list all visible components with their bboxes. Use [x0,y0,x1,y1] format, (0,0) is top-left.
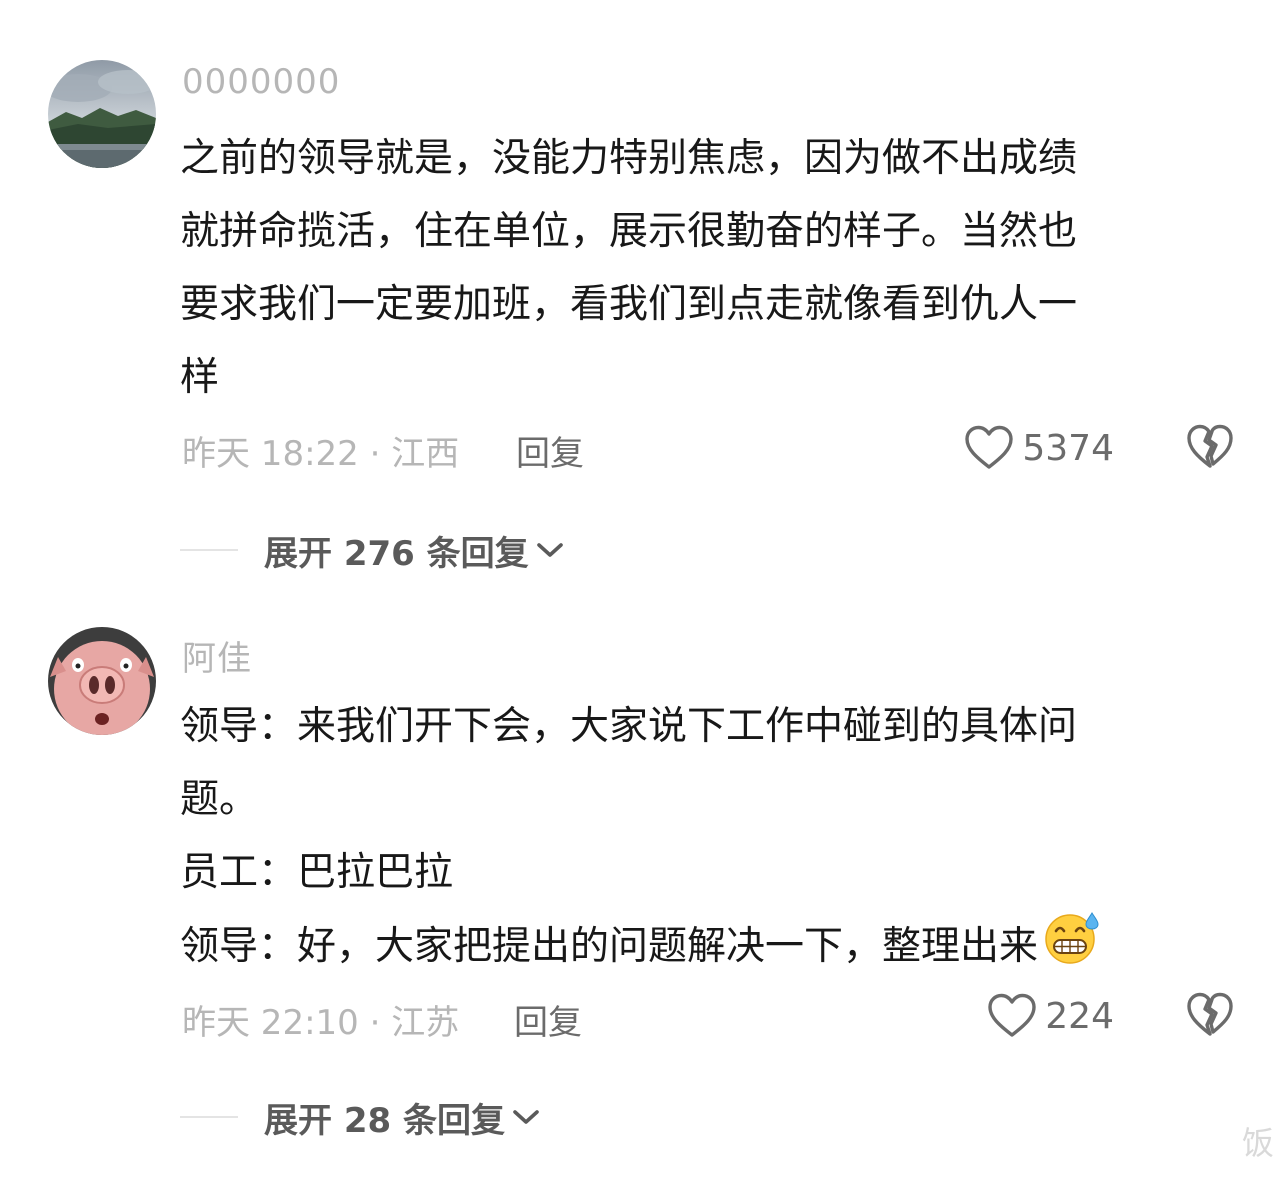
watermark: 饭 [1241,1124,1274,1162]
username[interactable]: 阿佳 [182,631,252,680]
expand-replies-label: 展开 276 条回复 [264,533,529,574]
avatar-pig-image [48,627,156,735]
reply-button[interactable]: 回复 [516,426,584,475]
comment-text-line: 就拼命揽活，住在单位，展示很勤奋的样子。当然也 [180,209,1078,254]
comment-text-line: 领导：好，大家把提出的问题解决一下，整理出来 [180,909,1220,989]
comment-timestamp-location: 昨天 22:10 · 江苏 [182,1003,460,1043]
expand-replies-label: 展开 28 条回复 [264,1100,505,1141]
heart-outline-icon [965,425,1014,469]
comment-text-line: 样 [180,355,220,400]
avatar[interactable] [48,627,156,735]
chevron-down-icon [536,543,563,557]
broken-heart-icon [1187,424,1233,468]
comment-body: 之前的领导就是，没能力特别焦虑，因为做不出成绩 就拼命揽活，住在单位，展示很勤奋… [180,122,1220,414]
grimacing-sweat-emoji [1042,909,1102,989]
comment-text: 领导：好，大家把提出的问题解决一下，整理出来 [180,924,1039,969]
comment-text-line: 题。 [180,777,259,822]
comment-text-line: 要求我们一定要加班，看我们到点走就像看到仇人一 [180,282,1078,327]
expand-replies-button[interactable]: 展开 276 条回复 [264,526,565,575]
like-count: 224 [1045,995,1114,1037]
chevron-down-icon [513,1110,539,1124]
heart-outline-icon [988,993,1036,1037]
dislike-button[interactable] [1186,992,1234,1040]
comment-body: 领导：来我们开下会，大家说下工作中碰到的具体问 题。 员工：巴拉巴拉 领导：好，… [180,690,1220,989]
like-button[interactable]: 224 [987,992,1114,1040]
expand-replies-row: 展开 28 条回复 [180,1092,541,1142]
like-count: 5374 [1022,427,1114,469]
dislike-button[interactable] [1186,424,1234,472]
comment-item: 0000000 之前的领导就是，没能力特别焦虑，因为做不出成绩 就拼命揽活，住在… [0,0,1284,600]
comment-text-line: 员工：巴拉巴拉 [180,850,454,895]
avatar-landscape-image [48,60,156,168]
broken-heart-icon [1187,992,1233,1036]
comment-item: 阿佳 领导：来我们开下会，大家说下工作中碰到的具体问 题。 员工：巴拉巴拉 领导… [0,600,1284,1178]
like-button[interactable]: 5374 [964,424,1114,472]
username[interactable]: 0000000 [182,62,340,102]
expand-replies-row: 展开 276 条回复 [180,525,565,575]
divider [180,549,238,551]
expand-replies-button[interactable]: 展开 28 条回复 [264,1093,541,1142]
avatar[interactable] [48,60,156,168]
reply-button[interactable]: 回复 [514,995,582,1044]
comment-text-line: 之前的领导就是，没能力特别焦虑，因为做不出成绩 [180,136,1078,181]
comment-timestamp-location: 昨天 18:22 · 江西 [182,434,460,474]
divider [180,1116,238,1118]
comment-text-line: 领导：来我们开下会，大家说下工作中碰到的具体问 [180,704,1078,749]
